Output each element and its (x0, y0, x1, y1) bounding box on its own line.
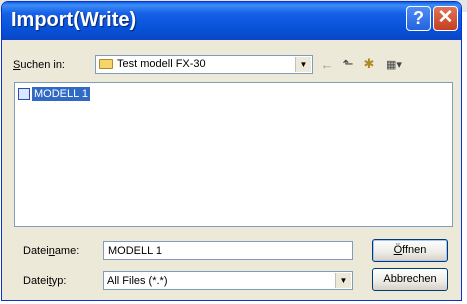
file-list[interactable]: MODELL 1 (14, 82, 453, 227)
file-icon (18, 88, 30, 100)
filetype-label: Dateityp: (23, 275, 67, 287)
title-bar[interactable]: Import(Write) ? ✕ (2, 2, 461, 40)
filename-label: Dateiname: (23, 245, 80, 257)
open-button[interactable]: Öffnen (372, 239, 448, 262)
back-icon[interactable]: ← (318, 56, 336, 72)
view-menu-icon[interactable]: ▦▾ (382, 56, 406, 72)
chevron-down-icon[interactable]: ▼ (335, 273, 351, 288)
lookin-folder-name: Test modell FX-30 (117, 58, 206, 70)
lookin-dropdown[interactable]: Test modell FX-30 ▼ (95, 55, 313, 74)
chevron-down-icon[interactable]: ▼ (295, 57, 311, 72)
new-folder-icon[interactable]: ✱ (360, 56, 378, 72)
close-icon: ✕ (437, 7, 454, 28)
help-button[interactable]: ? (406, 6, 431, 31)
filename-input[interactable]: MODELL 1 (103, 241, 353, 260)
close-button[interactable]: ✕ (433, 6, 458, 31)
up-folder-icon[interactable]: ⬑ (339, 56, 357, 72)
filetype-dropdown[interactable]: All Files (*.*) ▼ (103, 271, 353, 290)
cancel-button[interactable]: Abbrechen (372, 268, 448, 291)
import-dialog: Import(Write) ? ✕ Suchen in: Test modell… (1, 1, 462, 301)
filetype-value: All Files (*.*) (107, 275, 168, 287)
dialog-title: Import(Write) (11, 9, 137, 31)
file-name: MODELL 1 (32, 87, 91, 101)
help-icon: ? (413, 8, 424, 28)
folder-icon (99, 59, 113, 70)
lookin-label: Suchen in: (13, 59, 65, 71)
list-item[interactable]: MODELL 1 (18, 87, 91, 101)
